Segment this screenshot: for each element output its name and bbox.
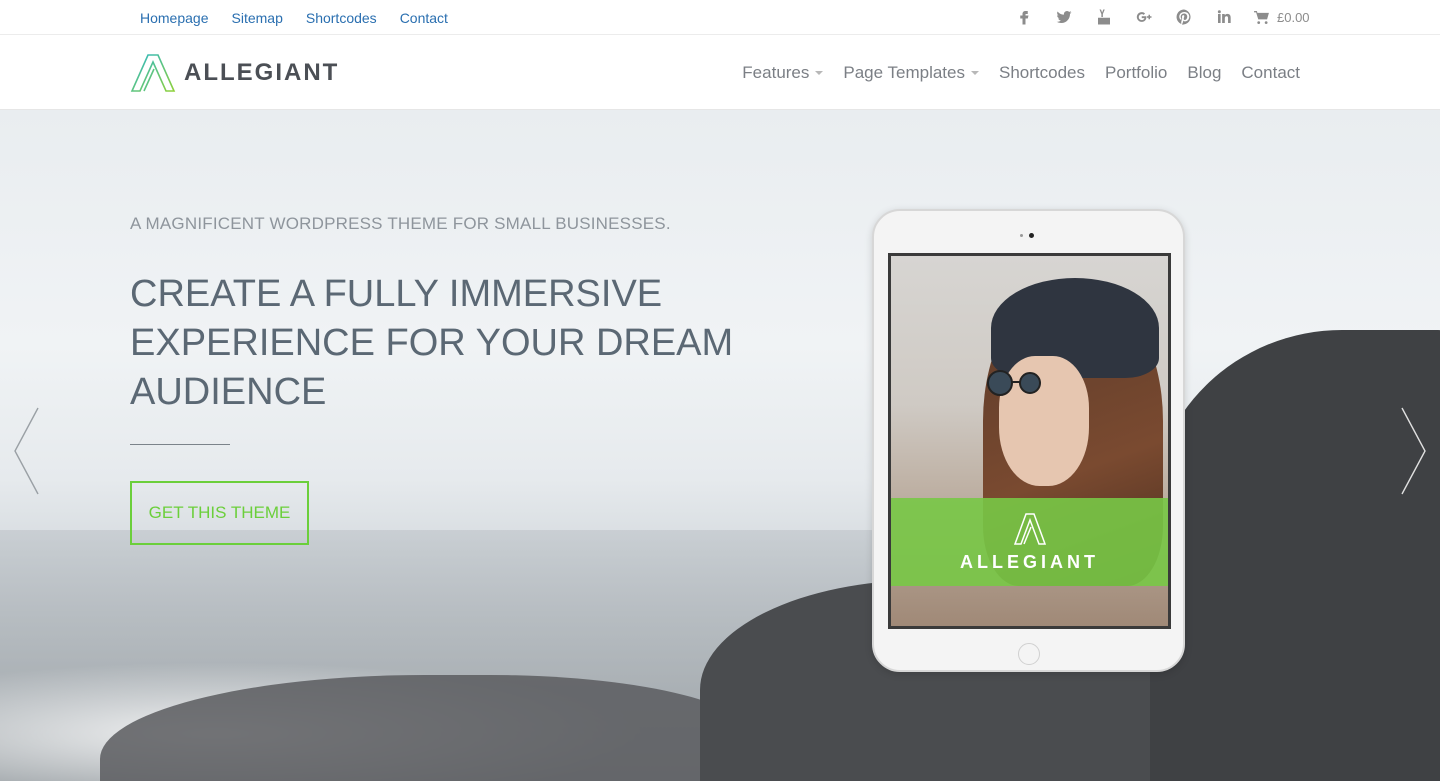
youtube-icon[interactable] — [1084, 5, 1124, 29]
tablet-screen: ALLEGIANT — [888, 253, 1171, 629]
facebook-icon[interactable] — [1004, 5, 1044, 29]
sunglasses-icon — [975, 368, 1065, 398]
cart-amount: £0.00 — [1277, 10, 1310, 25]
tablet-home-button — [1018, 643, 1040, 665]
hero-headline: CREATE A FULLY IMMERSIVE EXPERIENCE FOR … — [130, 273, 734, 413]
slider-prev-button[interactable] — [12, 406, 42, 496]
google-plus-icon[interactable] — [1124, 5, 1164, 29]
tablet-banner: ALLEGIANT — [891, 498, 1168, 586]
nav-portfolio[interactable]: Portfolio — [1105, 63, 1167, 83]
logo-mark-icon — [1013, 512, 1046, 545]
nav-contact[interactable]: Contact — [1241, 63, 1300, 83]
hero-bg-cliff — [1150, 330, 1440, 781]
site-logo[interactable]: ALLEGIANT — [130, 53, 339, 93]
main-header: ALLEGIANT Features Page Templates Shortc… — [0, 35, 1440, 110]
hero-eyebrow: A MAGNIFICENT WORDPRESS THEME FOR SMALL … — [130, 214, 671, 233]
tablet-mockup: ALLEGIANT — [872, 209, 1185, 672]
social-links — [1004, 5, 1244, 29]
nav-page-templates-label: Page Templates — [843, 62, 965, 82]
chevron-right-icon — [1401, 407, 1426, 495]
tablet-sensor — [1020, 234, 1023, 237]
cart-icon — [1254, 11, 1269, 24]
nav-shortcodes[interactable]: Shortcodes — [999, 63, 1085, 83]
nav-features-label: Features — [742, 62, 810, 82]
nav-blog[interactable]: Blog — [1187, 63, 1221, 83]
slider-next-button[interactable] — [1398, 406, 1428, 496]
get-theme-button[interactable]: GET THIS THEME — [130, 481, 309, 545]
pinterest-icon[interactable] — [1164, 5, 1204, 29]
chevron-left-icon — [14, 407, 39, 495]
twitter-icon[interactable] — [1044, 5, 1084, 29]
caret-down-icon — [815, 70, 824, 75]
main-nav: Features Page Templates Shortcodes Portf… — [742, 35, 1300, 110]
tablet-banner-text: ALLEGIANT — [960, 551, 1099, 572]
nav-page-templates[interactable]: Page Templates — [843, 63, 979, 83]
linkedin-icon[interactable] — [1204, 5, 1244, 29]
caret-down-icon — [971, 70, 979, 75]
logo-mark-icon — [130, 54, 176, 92]
top-nav: Homepage Sitemap Shortcodes Contact — [140, 0, 448, 35]
topnav-contact[interactable]: Contact — [400, 10, 448, 26]
topnav-shortcodes[interactable]: Shortcodes — [306, 10, 377, 26]
hero-divider — [130, 444, 230, 445]
topnav-sitemap[interactable]: Sitemap — [232, 10, 283, 26]
nav-features[interactable]: Features — [742, 62, 824, 83]
cart-link[interactable]: £0.00 — [1254, 0, 1310, 35]
tablet-camera — [1029, 233, 1034, 238]
logo-text: ALLEGIANT — [184, 59, 340, 86]
top-utility-bar: Homepage Sitemap Shortcodes Contact £0.0… — [0, 0, 1440, 35]
topnav-homepage[interactable]: Homepage — [140, 10, 209, 26]
hero-slider: A MAGNIFICENT WORDPRESS THEME FOR SMALL … — [0, 110, 1440, 781]
